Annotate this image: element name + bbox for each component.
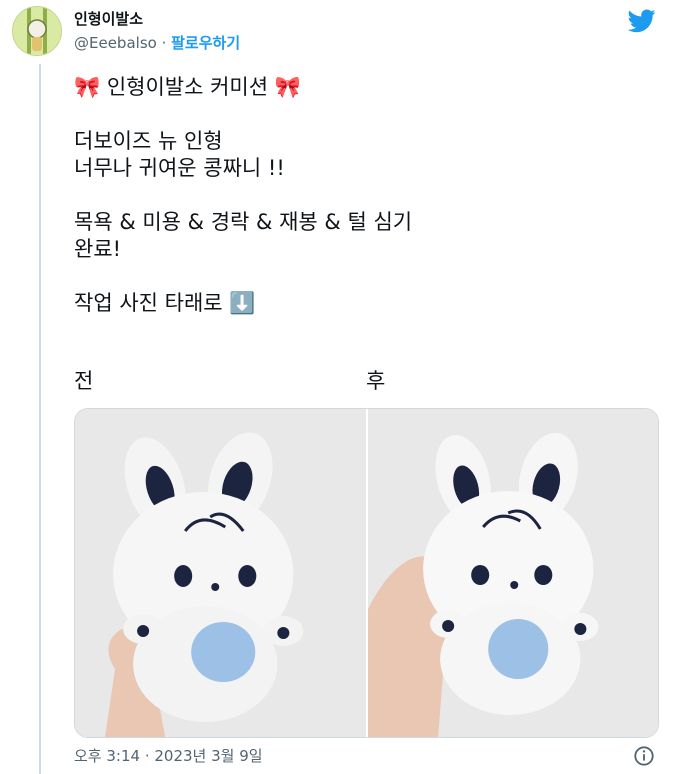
author-display-name[interactable]: 인형이발소: [74, 8, 143, 29]
before-photo[interactable]: [75, 409, 366, 737]
plush-before-image: [75, 409, 366, 737]
info-icon[interactable]: [633, 745, 655, 767]
tweet-timestamp[interactable]: 오후 3:14 · 2023년 3월 9일: [74, 745, 263, 766]
author-handle-row: @Eeebalso · 팔로우하기: [74, 32, 240, 53]
follow-button[interactable]: 팔로우하기: [171, 34, 240, 52]
avatar-image: [13, 7, 61, 55]
after-label: 후: [366, 369, 386, 393]
before-label: 전: [74, 369, 94, 393]
author-handle[interactable]: @Eeebalso: [74, 34, 157, 52]
avatar[interactable]: [12, 6, 62, 56]
tweet-text: 🎀 인형이발소 커미션 🎀 더보이즈 뉴 인형 너무나 귀여운 콩짜니 !! 목…: [74, 75, 413, 315]
photo-grid: [74, 408, 659, 738]
after-photo[interactable]: [367, 409, 658, 737]
twitter-bird-icon[interactable]: [628, 9, 656, 33]
thread-line: [39, 64, 41, 774]
plush-after-image: [367, 409, 658, 737]
handle-separator: ·: [156, 34, 172, 52]
